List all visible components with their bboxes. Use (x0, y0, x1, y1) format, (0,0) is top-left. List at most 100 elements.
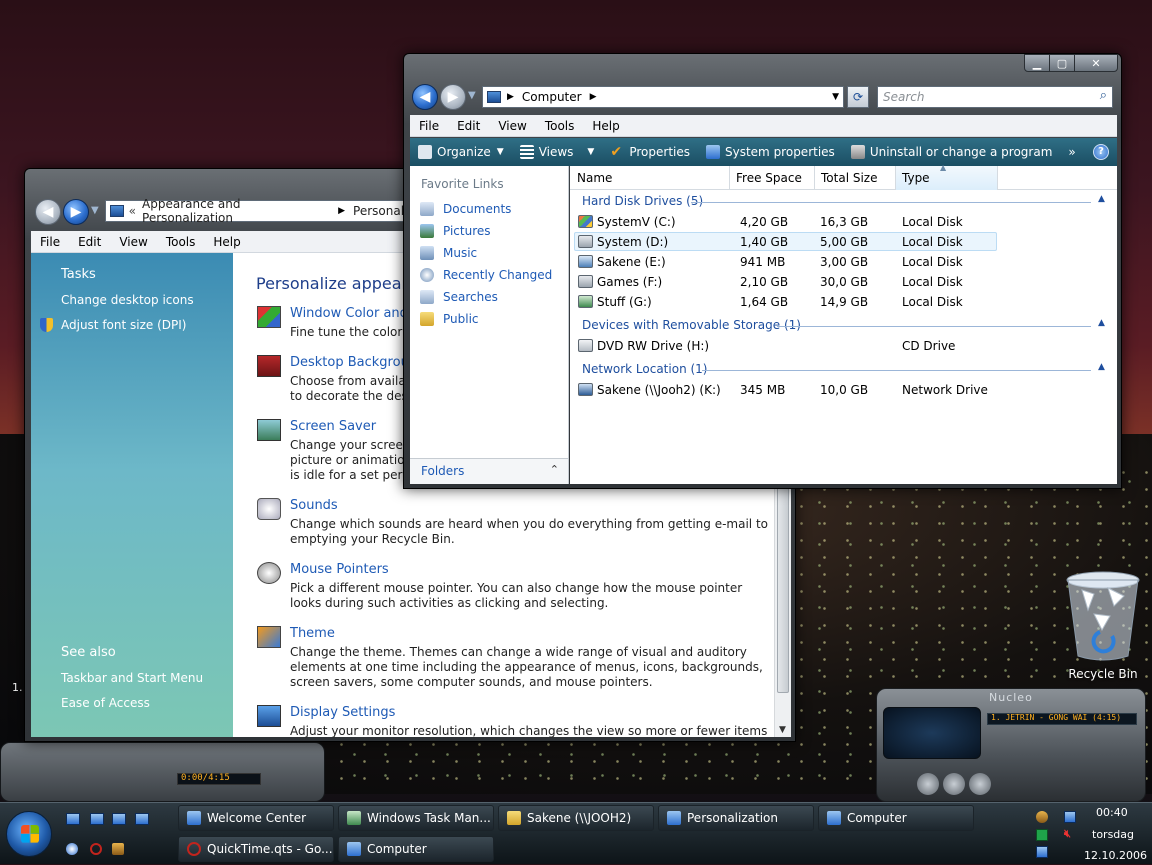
group-removable-storage[interactable]: Devices with Removable Storage (1) (582, 318, 801, 332)
start-button[interactable] (6, 811, 52, 857)
taskbar-welcome-center[interactable]: Welcome Center (178, 805, 334, 831)
taskbar-computer[interactable]: Computer (818, 805, 974, 831)
group-hard-disk-drives[interactable]: Hard Disk Drives (5) (582, 194, 703, 208)
task-change-desktop-icons[interactable]: Change desktop icons (61, 293, 194, 307)
forward-button[interactable]: ▶ (63, 199, 89, 225)
column-free-space[interactable]: Free Space (730, 166, 815, 190)
scroll-down-arrow-icon[interactable]: ▼ (779, 725, 786, 735)
taskbar-task-manager[interactable]: Windows Task Man... (338, 805, 494, 831)
quick-launch-app-icon[interactable] (112, 843, 124, 855)
breadcrumb-appearance[interactable]: Appearance and Personalization (142, 197, 330, 225)
menu-help[interactable]: Help (583, 119, 628, 133)
close-button[interactable]: ✕ (1074, 54, 1118, 72)
back-button[interactable]: ◀ (35, 199, 61, 225)
recycle-bin-shortcut[interactable]: Recycle Bin (1062, 570, 1144, 682)
media-player[interactable]: Nucleo 1. JETRIN - GONG WAI (4:15) (876, 688, 1146, 802)
menu-view[interactable]: View (110, 235, 156, 249)
collapse-icon[interactable]: ▲ (1098, 362, 1105, 372)
column-name[interactable]: Name (570, 166, 730, 190)
favorite-pictures[interactable]: Pictures (420, 224, 491, 238)
menu-file[interactable]: File (31, 235, 69, 249)
toolbar-overflow-button[interactable]: » (1068, 145, 1075, 159)
organize-button[interactable]: Organize ▼ (418, 145, 504, 159)
quick-launch-network-icon[interactable] (135, 813, 149, 825)
drive-row[interactable]: DVD RW Drive (H:) CD Drive (570, 336, 1117, 356)
clock-time[interactable]: 00:40 (1096, 806, 1128, 819)
uninstall-program-button[interactable]: Uninstall or change a program (850, 145, 1052, 159)
column-type[interactable]: Type ▲ (896, 163, 998, 190)
column-total-size[interactable]: Total Size (815, 166, 896, 190)
drive-row[interactable]: SystemV (C:) 4,20 GB 16,3 GB Local Disk (570, 212, 1117, 232)
search-box[interactable]: Search ⌕ (877, 86, 1113, 108)
address-dropdown-icon[interactable]: ▼ (832, 92, 839, 102)
quick-launch-media-icon[interactable] (66, 843, 78, 855)
address-bar[interactable]: « Appearance and Personalization ▶ Perso… (105, 197, 445, 225)
tray-display-icon[interactable] (1036, 846, 1048, 858)
system-properties-button[interactable]: System properties (706, 145, 835, 159)
views-button[interactable]: Views ▼ (519, 145, 594, 159)
player-stop-button[interactable] (943, 773, 965, 795)
breadcrumb-computer[interactable]: Computer (522, 90, 582, 104)
group-network-location[interactable]: Network Location (1) (582, 362, 707, 376)
menu-edit[interactable]: Edit (448, 119, 489, 133)
tray-volume-muted-icon[interactable]: 🔇︎ (1064, 827, 1071, 841)
collapse-icon[interactable]: ▲ (1098, 194, 1105, 204)
forward-button[interactable]: ▶ (440, 84, 466, 110)
clock-day[interactable]: torsdag (1092, 828, 1134, 841)
scroll-thumb[interactable] (777, 483, 789, 693)
search-input[interactable]: Search (883, 90, 925, 104)
task-adjust-font-size[interactable]: Adjust font size (DPI) (61, 318, 186, 332)
player-play-button[interactable] (917, 773, 939, 795)
drive-row-selected[interactable]: System (D:) 1,40 GB 5,00 GB Local Disk (570, 232, 1117, 252)
menu-file[interactable]: File (410, 119, 448, 133)
recent-pages-dropdown[interactable]: ▼ (468, 90, 476, 101)
collapse-icon[interactable]: ▲ (1098, 318, 1105, 328)
taskbar-computer-2[interactable]: Computer (338, 836, 494, 862)
folders-bar[interactable]: Folders ⌃ (410, 458, 568, 484)
item-title[interactable]: Screen Saver (290, 419, 376, 434)
favorite-recently-changed[interactable]: Recently Changed (420, 268, 552, 282)
item-title[interactable]: Display Settings (290, 705, 395, 720)
mini-player[interactable]: 0:00/4:15 (0, 742, 325, 802)
taskbar-quicktime[interactable]: QuickTime.qts - Go... (178, 836, 334, 862)
see-also-taskbar[interactable]: Taskbar and Start Menu (61, 671, 203, 685)
recent-pages-dropdown[interactable]: ▼ (91, 205, 99, 216)
maximize-button[interactable]: ▢ (1049, 54, 1075, 72)
item-title[interactable]: Theme (290, 626, 335, 641)
taskbar-personalization[interactable]: Personalization (658, 805, 814, 831)
drive-row[interactable]: Sakene (E:) 941 MB 3,00 GB Local Disk (570, 252, 1117, 272)
refresh-button[interactable]: ⟳ (847, 86, 869, 108)
item-title[interactable]: Mouse Pointers (290, 562, 389, 577)
quick-launch-switch-icon[interactable] (90, 813, 104, 825)
menu-tools[interactable]: Tools (157, 235, 205, 249)
menu-edit[interactable]: Edit (69, 235, 110, 249)
player-next-button[interactable] (969, 773, 991, 795)
quick-launch-opera-icon[interactable] (90, 843, 102, 855)
favorite-searches[interactable]: Searches (420, 290, 498, 304)
drive-row[interactable]: Sakene (\\Jooh2) (K:) 345 MB 10,0 GB Net… (570, 380, 1117, 400)
quick-launch-computer-icon[interactable] (112, 813, 126, 825)
minimize-button[interactable]: ▁ (1024, 54, 1050, 72)
menu-view[interactable]: View (489, 119, 535, 133)
address-bar[interactable]: ▶ Computer ▶ ▼ (482, 86, 844, 108)
drive-row[interactable]: Games (F:) 2,10 GB 30,0 GB Local Disk (570, 272, 1117, 292)
tray-status-icon[interactable] (1036, 829, 1048, 841)
quick-launch-desktop-icon[interactable] (66, 813, 80, 825)
favorite-public[interactable]: Public (420, 312, 479, 326)
item-title[interactable]: Sounds (290, 498, 338, 513)
computer-window[interactable]: ▁ ▢ ✕ ◀ ▶ ▼ ▶ Computer ▶ ▼ ⟳ Search ⌕ Fi… (403, 53, 1122, 489)
properties-button[interactable]: ✔ Properties (610, 145, 690, 159)
drive-row[interactable]: Stuff (G:) 1,64 GB 14,9 GB Local Disk (570, 292, 1117, 312)
help-icon[interactable]: ? (1093, 144, 1109, 160)
clock-date[interactable]: 12.10.2006 (1084, 849, 1147, 862)
tray-network-icon[interactable] (1064, 811, 1076, 823)
favorite-music[interactable]: Music (420, 246, 477, 260)
menu-tools[interactable]: Tools (536, 119, 584, 133)
favorite-documents[interactable]: Documents (420, 202, 511, 216)
see-also-ease-of-access[interactable]: Ease of Access (61, 696, 150, 710)
taskbar-sakene[interactable]: Sakene (\\JOOH2) (498, 805, 654, 831)
tray-app-icon[interactable] (1036, 811, 1048, 823)
menu-help[interactable]: Help (204, 235, 249, 249)
back-button[interactable]: ◀ (412, 84, 438, 110)
search-icon[interactable]: ⌕ (1100, 88, 1107, 103)
